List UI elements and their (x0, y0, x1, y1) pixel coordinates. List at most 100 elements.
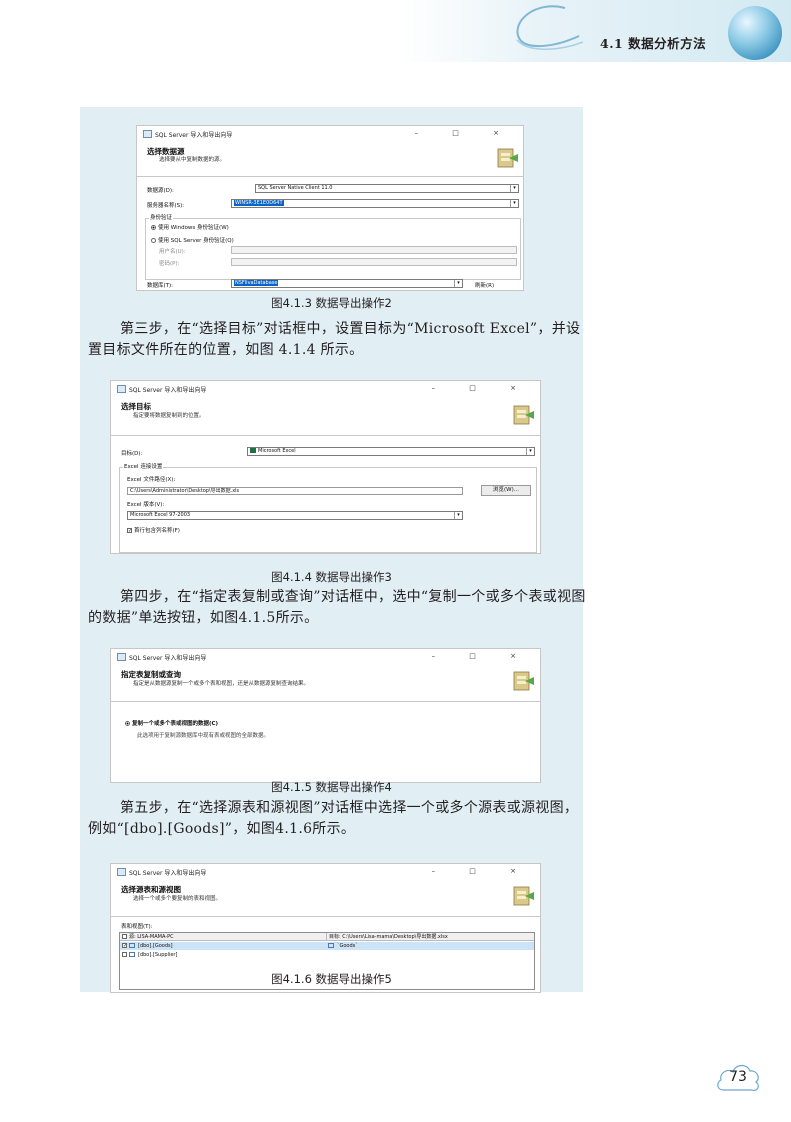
window-controls[interactable]: – □ × (432, 384, 532, 392)
figure-caption: 图4.1.6 数据导出操作5 (271, 972, 392, 986)
database-select[interactable]: NSFlivaDatabase ▾ (231, 279, 463, 288)
datasource-select[interactable]: SQL Server Native Client 11.0 ▾ (255, 184, 519, 193)
window-controls[interactable]: – □ × (432, 652, 532, 660)
row-source-cell: [dbo].[Supplier] (122, 951, 322, 959)
header-globe-icon (728, 6, 782, 60)
app-icon (143, 130, 152, 138)
checkbox[interactable] (122, 934, 127, 939)
server-value: WINSR-3E1E0D64T (234, 200, 284, 206)
screenshot-table-copy-or-query: SQL Server 导入和导出向导 – □ × 指定表复制或查询 指定是从数据… (110, 648, 541, 783)
paragraph-text: 第三步，在“选择目标”对话框中，设置目标为“Microsoft Excel”，并… (88, 321, 581, 358)
server-label: 服务器名称(S): (147, 203, 185, 209)
figure-caption: 图4.1.4 数据导出操作3 (271, 570, 392, 584)
paragraph-step-3: 第三步，在“选择目标”对话框中，设置目标为“Microsoft Excel”，并… (88, 319, 588, 361)
excel-icon (250, 448, 256, 453)
row-source-cell: ✓ [dbo].[Goods] (122, 942, 322, 950)
column-source-label: 源: LISA-MAMA-PC (129, 934, 174, 940)
database-value: NSFlivaDatabase (234, 280, 279, 286)
screenshot-choose-destination: SQL Server 导入和导出向导 – □ × 选择目标 指定要将数据复制到的… (110, 380, 541, 554)
windows-auth-label: 使用 Windows 身份验证(W) (158, 225, 229, 231)
chevron-down-icon: ▾ (454, 512, 462, 519)
sql-auth-option[interactable]: 使用 SQL Server 身份验证(Q) (151, 236, 234, 244)
first-row-option[interactable]: ✓ 首行包含列名称(F) (127, 526, 180, 534)
username-label: 用户名(U): (159, 249, 186, 255)
password-label: 密码(P): (159, 261, 180, 267)
browse-button[interactable]: 浏览(W)... (481, 485, 531, 496)
version-value: Microsoft Excel 97-2003 (130, 512, 191, 518)
checkbox[interactable] (122, 952, 127, 957)
sql-auth-label: 使用 SQL Server 身份验证(Q) (158, 238, 234, 244)
column-source[interactable]: 源: LISA-MAMA-PC (122, 933, 322, 941)
table-row[interactable]: [dbo].[Supplier] (120, 951, 534, 959)
window-title: SQL Server 导入和导出向导 (155, 132, 233, 139)
window-title: SQL Server 导入和导出向导 (129, 387, 207, 394)
header-swoosh-icon (516, 5, 584, 50)
table-icon (129, 952, 135, 957)
username-input[interactable] (231, 246, 517, 254)
wizard-subheading: 指定是从数据源复制一个或多个表和视图，还是从数据源复制查询结果。 (133, 681, 310, 687)
target-select[interactable]: Microsoft Excel ▾ (247, 447, 535, 456)
windows-auth-option[interactable]: 使用 Windows 身份验证(W) (151, 223, 229, 231)
radio-selected[interactable] (125, 721, 130, 726)
copy-tables-label: 复制一个或多个表或视图的数据(C) (132, 721, 219, 727)
window-controls[interactable]: – □ × (415, 129, 515, 137)
row-destination[interactable] (326, 951, 532, 959)
refresh-button[interactable]: 刷新(R) (475, 281, 494, 289)
datasource-value: SQL Server Native Client 11.0 (258, 185, 333, 191)
target-label: 目标(D): (121, 451, 143, 457)
divider (137, 176, 523, 177)
page-number: 73 (729, 1069, 747, 1085)
path-label: Excel 文件路径(X): (127, 477, 176, 483)
divider (111, 916, 540, 917)
wizard-graphic-icon (513, 405, 534, 425)
paragraph-step-4: 第四步，在“指定表复制或查询”对话框中，选中“复制一个或多个表或视图的数据”单选… (88, 587, 588, 629)
row-source: [dbo].[Goods] (138, 943, 173, 949)
auth-group-label: 身份验证 (149, 213, 174, 221)
grid-header: 源: LISA-MAMA-PC 目标: C:\Users\Lisa-mama\D… (120, 933, 534, 941)
wizard-graphic-icon (513, 671, 534, 691)
window-title: SQL Server 导入和导出向导 (129, 655, 207, 662)
excel-settings-group (119, 467, 537, 553)
figure-caption: 图4.1.3 数据导出操作2 (271, 296, 392, 310)
app-icon (117, 868, 126, 876)
database-label: 数据库(T): (147, 283, 174, 289)
wizard-graphic-icon (497, 148, 518, 168)
paragraph-text: 第五步，在“选择源表和源视图”对话框中选择一个或多个源表或源视图，例如“[dbo… (88, 800, 579, 837)
chevron-down-icon: ▾ (510, 200, 518, 207)
first-row-label: 首行包含列名称(F) (134, 528, 180, 534)
path-input[interactable]: C:\Users\Administrator\Desktop\导出数据.xls (127, 487, 463, 495)
chevron-down-icon: ▾ (454, 280, 462, 287)
tables-list-label: 表和视图(T): (121, 924, 153, 930)
divider (111, 701, 540, 702)
figure-caption: 图4.1.5 数据导出操作4 (271, 780, 392, 794)
divider (111, 435, 540, 436)
checkbox-checked[interactable]: ✓ (127, 528, 132, 534)
chevron-down-icon: ▾ (526, 448, 534, 455)
radio-unselected[interactable] (151, 238, 156, 243)
server-select[interactable]: WINSR-3E1E0D64T ▾ (231, 199, 519, 208)
chevron-down-icon: ▾ (510, 185, 518, 192)
column-destination[interactable]: 目标: C:\Users\Lisa-mama\Desktop\导出数据.xlsx (326, 933, 532, 941)
wizard-subheading: 指定要将数据复制到的位置。 (133, 413, 205, 419)
window-controls[interactable]: – □ × (432, 867, 532, 875)
app-icon (117, 385, 126, 393)
row-destination[interactable]: `Goods` (337, 943, 358, 949)
app-icon (117, 653, 126, 661)
section-title: 4.1 数据分析方法 (600, 36, 707, 51)
version-select[interactable]: Microsoft Excel 97-2003 ▾ (127, 511, 463, 520)
password-input[interactable] (231, 258, 517, 266)
table-icon (129, 943, 135, 948)
checkbox-checked[interactable]: ✓ (122, 943, 127, 949)
row-dest-cell: `Goods` (326, 942, 532, 950)
copy-tables-option[interactable]: 复制一个或多个表或视图的数据(C) (125, 719, 218, 727)
paragraph-text: 第四步，在“指定表复制或查询”对话框中，选中“复制一个或多个表或视图的数据”单选… (88, 589, 586, 626)
table-icon (328, 943, 334, 948)
table-row[interactable]: ✓ [dbo].[Goods] `Goods` (120, 942, 534, 950)
wizard-subheading: 选择要从中复制数据的源。 (159, 157, 226, 163)
wizard-graphic-icon (513, 886, 534, 906)
screenshot-choose-source: SQL Server 导入和导出向导 – □ × 选择数据源 选择要从中复制数据… (136, 125, 524, 291)
target-value: Microsoft Excel (258, 448, 296, 454)
copy-tables-description: 此选项用于复制源数据库中现有表或视图的全部数据。 (137, 733, 270, 739)
row-source: [dbo].[Supplier] (138, 952, 178, 958)
radio-selected[interactable] (151, 225, 156, 230)
